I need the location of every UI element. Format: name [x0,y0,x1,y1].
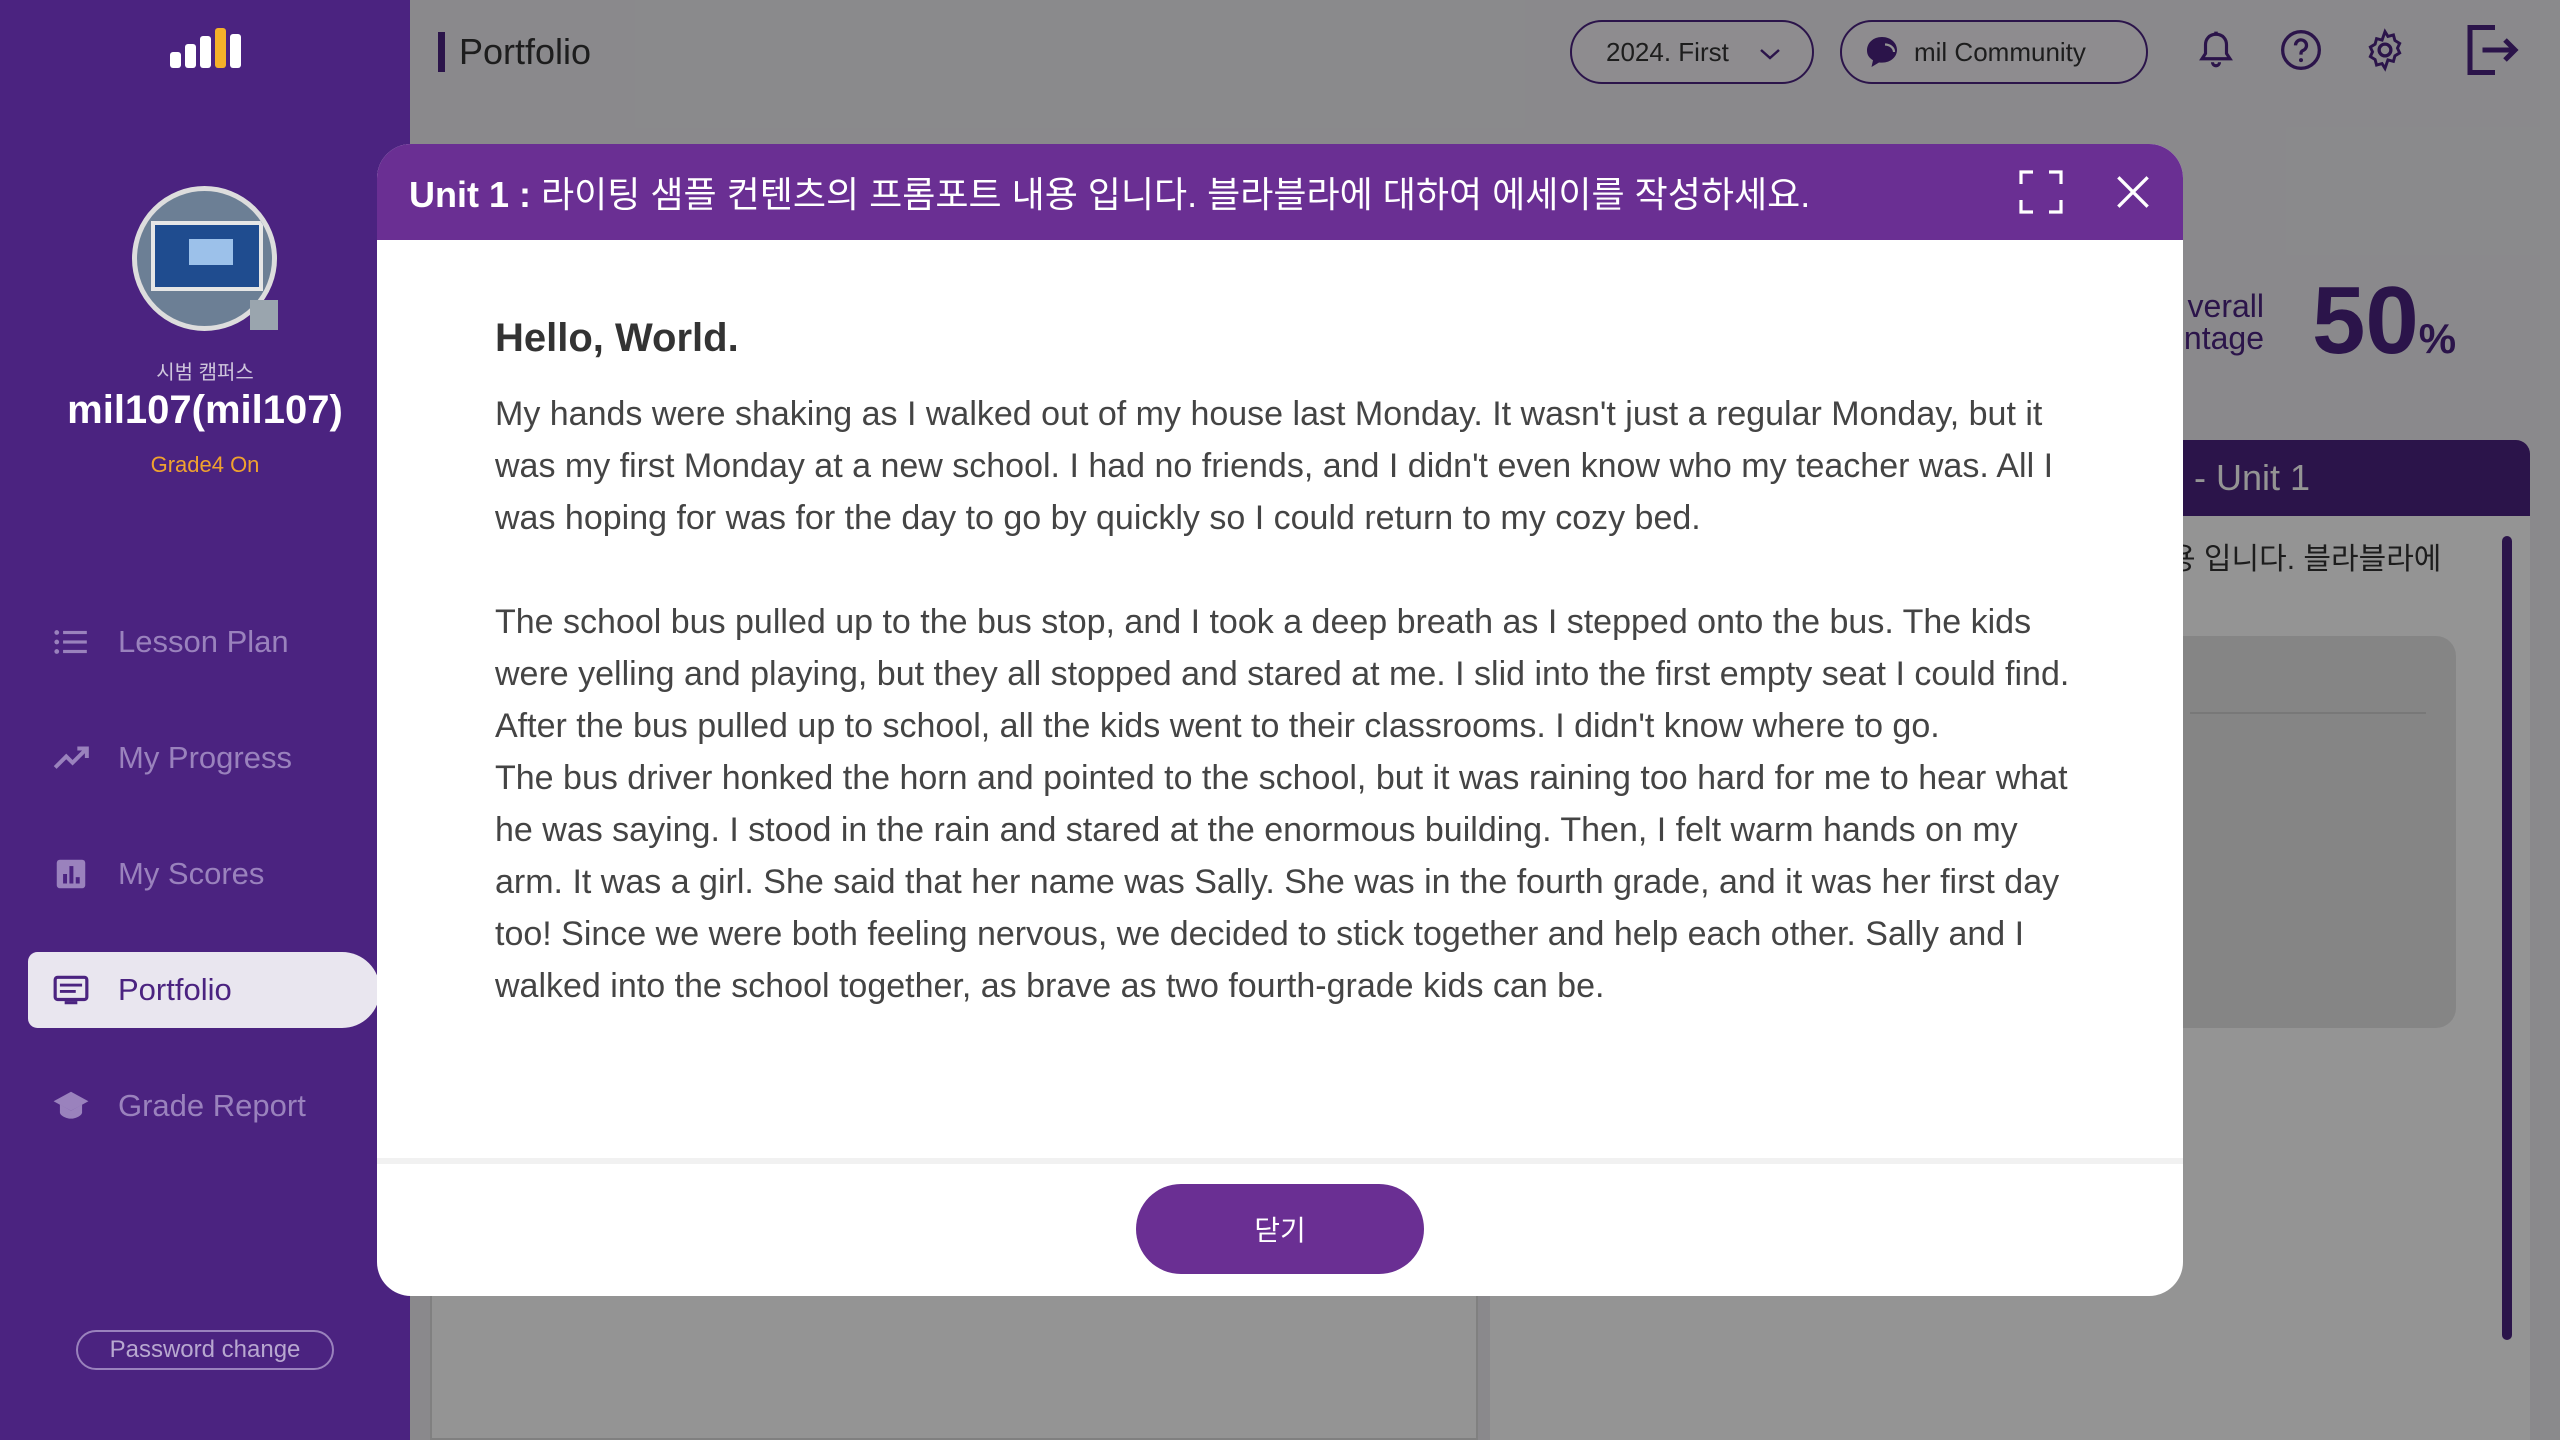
sidebar-item-my-scores[interactable]: My Scores [28,836,418,912]
sidebar: 시범 캠퍼스 mil107(mil107) Grade4 On Lesson P… [0,0,410,1440]
sidebar-item-label: Lesson Plan [118,624,289,659]
essay-title: Hello, World. [495,316,739,360]
essay-paragraph: The school bus pulled up to the bus stop… [495,603,2070,745]
portfolio-icon [52,971,90,1009]
bar-chart-icon [52,855,90,893]
sidebar-item-my-progress[interactable]: My Progress [28,720,418,796]
essay-body: My hands were shaking as I walked out of… [495,388,2095,1012]
app-logo[interactable] [168,24,244,68]
close-button[interactable]: 닫기 [1136,1184,1424,1274]
password-change-button[interactable]: Password change [76,1330,334,1370]
campus-label: 시범 캠퍼스 [156,362,254,384]
essay-paragraph: The bus driver honked the horn and point… [495,759,2068,1005]
list-icon [52,623,90,661]
modal-footer-divider [377,1158,2183,1164]
sidebar-item-label: Portfolio [118,972,232,1007]
sidebar-nav: Lesson Plan My Progress My Scores Portfo… [28,604,418,1184]
sidebar-item-lesson-plan[interactable]: Lesson Plan [28,604,418,680]
username: mil107(mil107) [67,388,343,432]
sidebar-item-label: Grade Report [118,1088,306,1123]
graduation-cap-icon [52,1087,90,1125]
expand-icon[interactable] [2017,168,2065,216]
essay-paragraph: My hands were shaking as I walked out of… [495,395,2054,537]
grade-label: Grade4 On [150,452,260,477]
trend-icon [52,739,90,777]
sidebar-item-label: My Progress [118,740,292,775]
avatar-edit-badge[interactable] [250,300,278,330]
sidebar-item-portfolio[interactable]: Portfolio [28,952,380,1028]
essay-modal: Unit 1 : 라이팅 샘플 컨텐츠의 프롬포트 내용 입니다. 블라블라에 … [377,144,2183,1296]
modal-header: Unit 1 : 라이팅 샘플 컨텐츠의 프롬포트 내용 입니다. 블라블라에 … [377,144,2183,240]
sidebar-item-label: My Scores [118,856,265,891]
sidebar-item-grade-report[interactable]: Grade Report [28,1068,418,1144]
modal-title: Unit 1 : 라이팅 샘플 컨텐츠의 프롬포트 내용 입니다. 블라블라에 … [409,174,1811,215]
close-icon[interactable] [2111,170,2155,214]
